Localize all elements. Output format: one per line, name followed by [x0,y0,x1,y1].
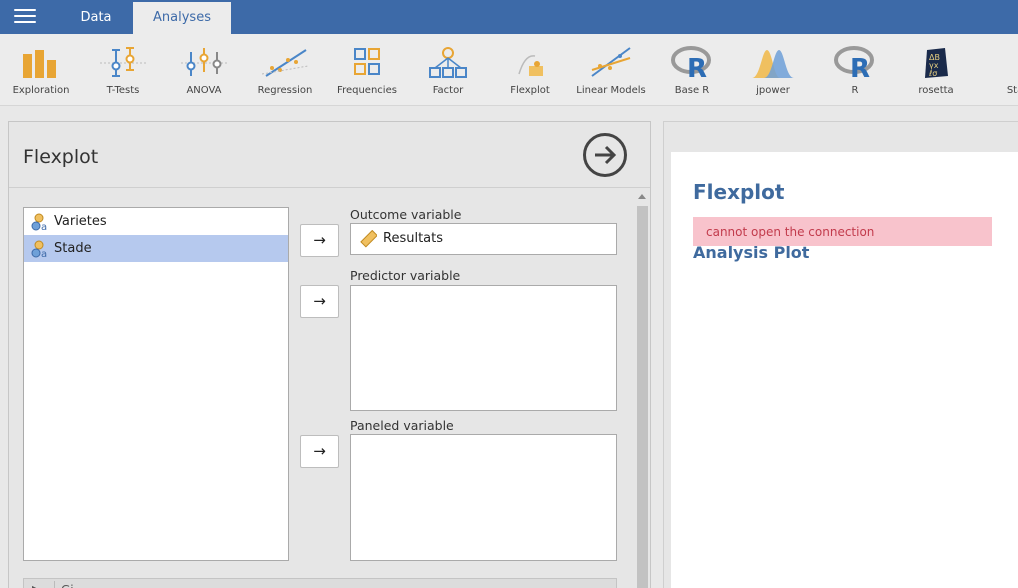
analysis-options-panel: Flexplot a Varietes a Stade → → → Outcom… [8,121,651,588]
top-bar: Data Analyses [0,0,1018,34]
assign-paneled-button[interactable]: → [300,435,339,468]
ribbon-label: R [851,85,859,96]
variable-name: Varietes [54,214,107,229]
variable-item-selected[interactable]: a Stade [24,235,288,262]
ribbon-label: rosetta [918,85,954,96]
ribbon-label: ANOVA [186,85,222,96]
outcome-variable-box[interactable]: Resultats [350,223,617,255]
scale-variable-icon [360,230,377,248]
paneled-variable-box[interactable] [350,434,617,561]
ribbon-label: Base R [674,85,710,96]
ribbon-exploration-button[interactable]: Exploration [1,40,81,100]
ribbon-rosetta-button[interactable]: ΔB γx ℓσ rosetta [896,40,976,100]
ribbon-label: Exploration [12,85,70,96]
svg-text:ℓσ: ℓσ [928,69,937,78]
ribbon-anova-button[interactable]: ANOVA [164,40,244,100]
r-logo-icon: R [671,46,711,80]
svg-text:R: R [850,54,870,80]
ribbon-label: Regression [257,85,313,96]
run-arrow-button[interactable] [583,133,627,177]
assigned-variable-name: Resultats [383,231,444,246]
options-scrollbar[interactable] [635,190,650,588]
ribbon-label: T-Tests [106,85,140,96]
divider [9,187,650,188]
divider [54,581,55,588]
panel-title: Flexplot [23,146,99,168]
t-tests-icon [100,47,146,77]
ribbon-label: jpower [756,85,790,96]
ribbon-frequencies-button[interactable]: Frequencies [327,40,407,100]
anova-icon [181,48,227,76]
exploration-icon [23,50,56,78]
scroll-up-icon[interactable] [638,194,646,199]
results-title: Flexplot [693,180,785,204]
stat-icon [994,46,1018,80]
factor-icon [429,47,467,78]
ribbon-label: Stat [1006,85,1018,96]
frequencies-icon [354,48,380,75]
ribbon-stat-button[interactable]: Stat [977,40,1018,100]
error-message: cannot open the connection [693,217,992,246]
hamburger-menu-icon[interactable] [14,9,36,25]
nominal-variable-icon: a [31,240,47,258]
ribbon-regression-button[interactable]: Regression [245,40,325,100]
results-output: Flexplot cannot open the connection Anal… [671,152,1018,588]
regression-icon [262,49,308,77]
jpower-icon [752,50,794,78]
svg-text:R: R [687,54,707,80]
nominal-variable-icon: a [31,213,47,231]
ribbon-r-button[interactable]: R R [815,40,895,100]
scrollbar-thumb[interactable] [637,206,648,588]
chevron-right-icon: ▸ [32,583,37,588]
collapsed-section-header[interactable]: ▸ Gi [23,578,617,588]
svg-text:a: a [41,249,47,258]
ribbon-linear-models-button[interactable]: Linear Models [571,40,651,100]
rosetta-icon: ΔB γx ℓσ [925,48,948,78]
ribbon-label: Frequencies [337,85,397,96]
assign-predictor-button[interactable]: → [300,285,339,318]
assign-outcome-button[interactable]: → [300,224,339,257]
ribbon-t-tests-button[interactable]: T-Tests [83,40,163,100]
svg-text:a: a [41,222,47,231]
ribbon-jpower-button[interactable]: jpower [733,40,813,100]
tab-data[interactable]: Data [60,2,132,34]
variables-list[interactable]: a Varietes a Stade [23,207,289,561]
variable-name: Stade [54,241,92,256]
flexplot-icon [518,55,543,76]
ribbon-flexplot-button[interactable]: Flexplot [490,40,570,100]
predictor-variable-label: Predictor variable [350,268,461,283]
arrow-right-icon [595,145,617,165]
ribbon-label: Linear Models [576,85,646,96]
predictor-variable-box[interactable] [350,285,617,411]
ribbon-label: Flexplot [510,85,550,96]
variable-item[interactable]: a Varietes [24,208,288,235]
results-subtitle: Analysis Plot [693,243,810,262]
outcome-variable-label: Outcome variable [350,207,462,222]
ribbon-factor-button[interactable]: Factor [408,40,488,100]
tab-analyses[interactable]: Analyses [133,2,231,34]
paneled-variable-label: Paneled variable [350,418,454,433]
assigned-variable[interactable]: Resultats [359,229,443,249]
ribbon-base-r-button[interactable]: R Base R [652,40,732,100]
section-label: Gi [61,583,74,588]
analyses-ribbon: Exploration T-Tests ANOVA Regression Fre… [0,34,1018,106]
ribbon-label: Factor [432,85,464,96]
linear-models-icon [591,47,631,77]
r-logo-icon: R [834,46,874,80]
